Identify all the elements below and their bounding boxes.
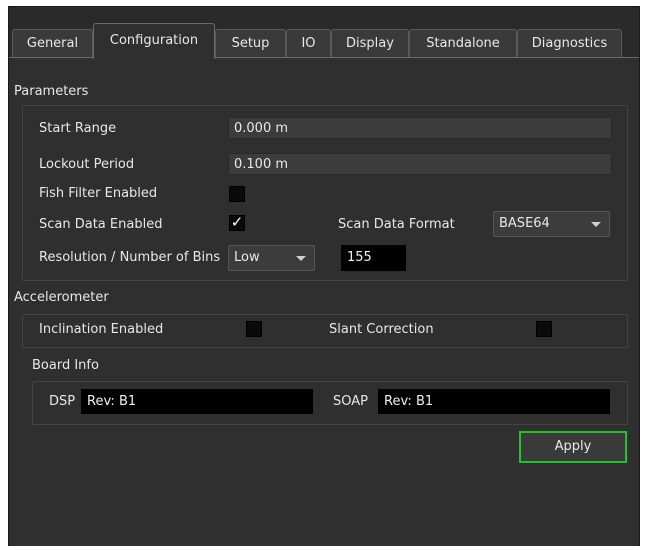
slant-correction-label: Slant Correction (329, 322, 434, 337)
tab-standalone[interactable]: Standalone (409, 29, 517, 57)
scan-data-checkbox[interactable]: ✓ (229, 215, 245, 231)
resolution-value: Low (234, 250, 260, 265)
checkmark-icon: ✓ (230, 213, 244, 231)
tab-configuration[interactable]: Configuration (93, 23, 215, 59)
tab-general[interactable]: General (12, 29, 93, 57)
tab-display[interactable]: Display (331, 29, 409, 57)
fish-filter-label: Fish Filter Enabled (39, 186, 158, 201)
tab-io[interactable]: IO (286, 29, 331, 57)
tab-diagnostics[interactable]: Diagnostics (517, 29, 622, 57)
fish-filter-checkbox[interactable] (229, 186, 245, 202)
start-range-field[interactable]: 0.000 m (228, 117, 612, 139)
board-info-title: Board Info (32, 358, 99, 373)
scan-data-format-label: Scan Data Format (338, 217, 455, 232)
accelerometer-title: Accelerometer (14, 290, 109, 305)
lockout-period-label: Lockout Period (39, 157, 135, 172)
tab-setup[interactable]: Setup (215, 29, 286, 57)
inclination-checkbox[interactable] (246, 321, 262, 337)
dsp-label: DSP (49, 394, 76, 409)
start-range-label: Start Range (39, 121, 117, 136)
bins-field[interactable]: 155 (341, 245, 406, 271)
inclination-label: Inclination Enabled (39, 322, 164, 337)
chevron-down-icon (296, 256, 306, 261)
resolution-select[interactable]: Low (228, 245, 315, 271)
chevron-down-icon (591, 222, 601, 227)
configuration-panel: Parameters Start Range 0.000 m Lockout P… (9, 57, 639, 546)
tab-bar: General Configuration Setup IO Display S… (9, 7, 639, 59)
slant-correction-checkbox[interactable] (536, 321, 552, 337)
scan-data-format-value: BASE64 (499, 216, 550, 231)
dsp-field[interactable]: Rev: B1 (81, 389, 313, 414)
soap-label: SOAP (333, 394, 368, 409)
apply-button[interactable]: Apply (519, 431, 627, 463)
config-window: General Configuration Setup IO Display S… (8, 6, 640, 546)
lockout-period-field[interactable]: 0.100 m (228, 153, 612, 175)
soap-field[interactable]: Rev: B1 (378, 389, 610, 414)
resolution-label: Resolution / Number of Bins (39, 250, 221, 265)
parameters-title: Parameters (14, 84, 89, 99)
scan-data-format-select[interactable]: BASE64 (493, 211, 610, 237)
scan-data-label: Scan Data Enabled (39, 217, 163, 232)
